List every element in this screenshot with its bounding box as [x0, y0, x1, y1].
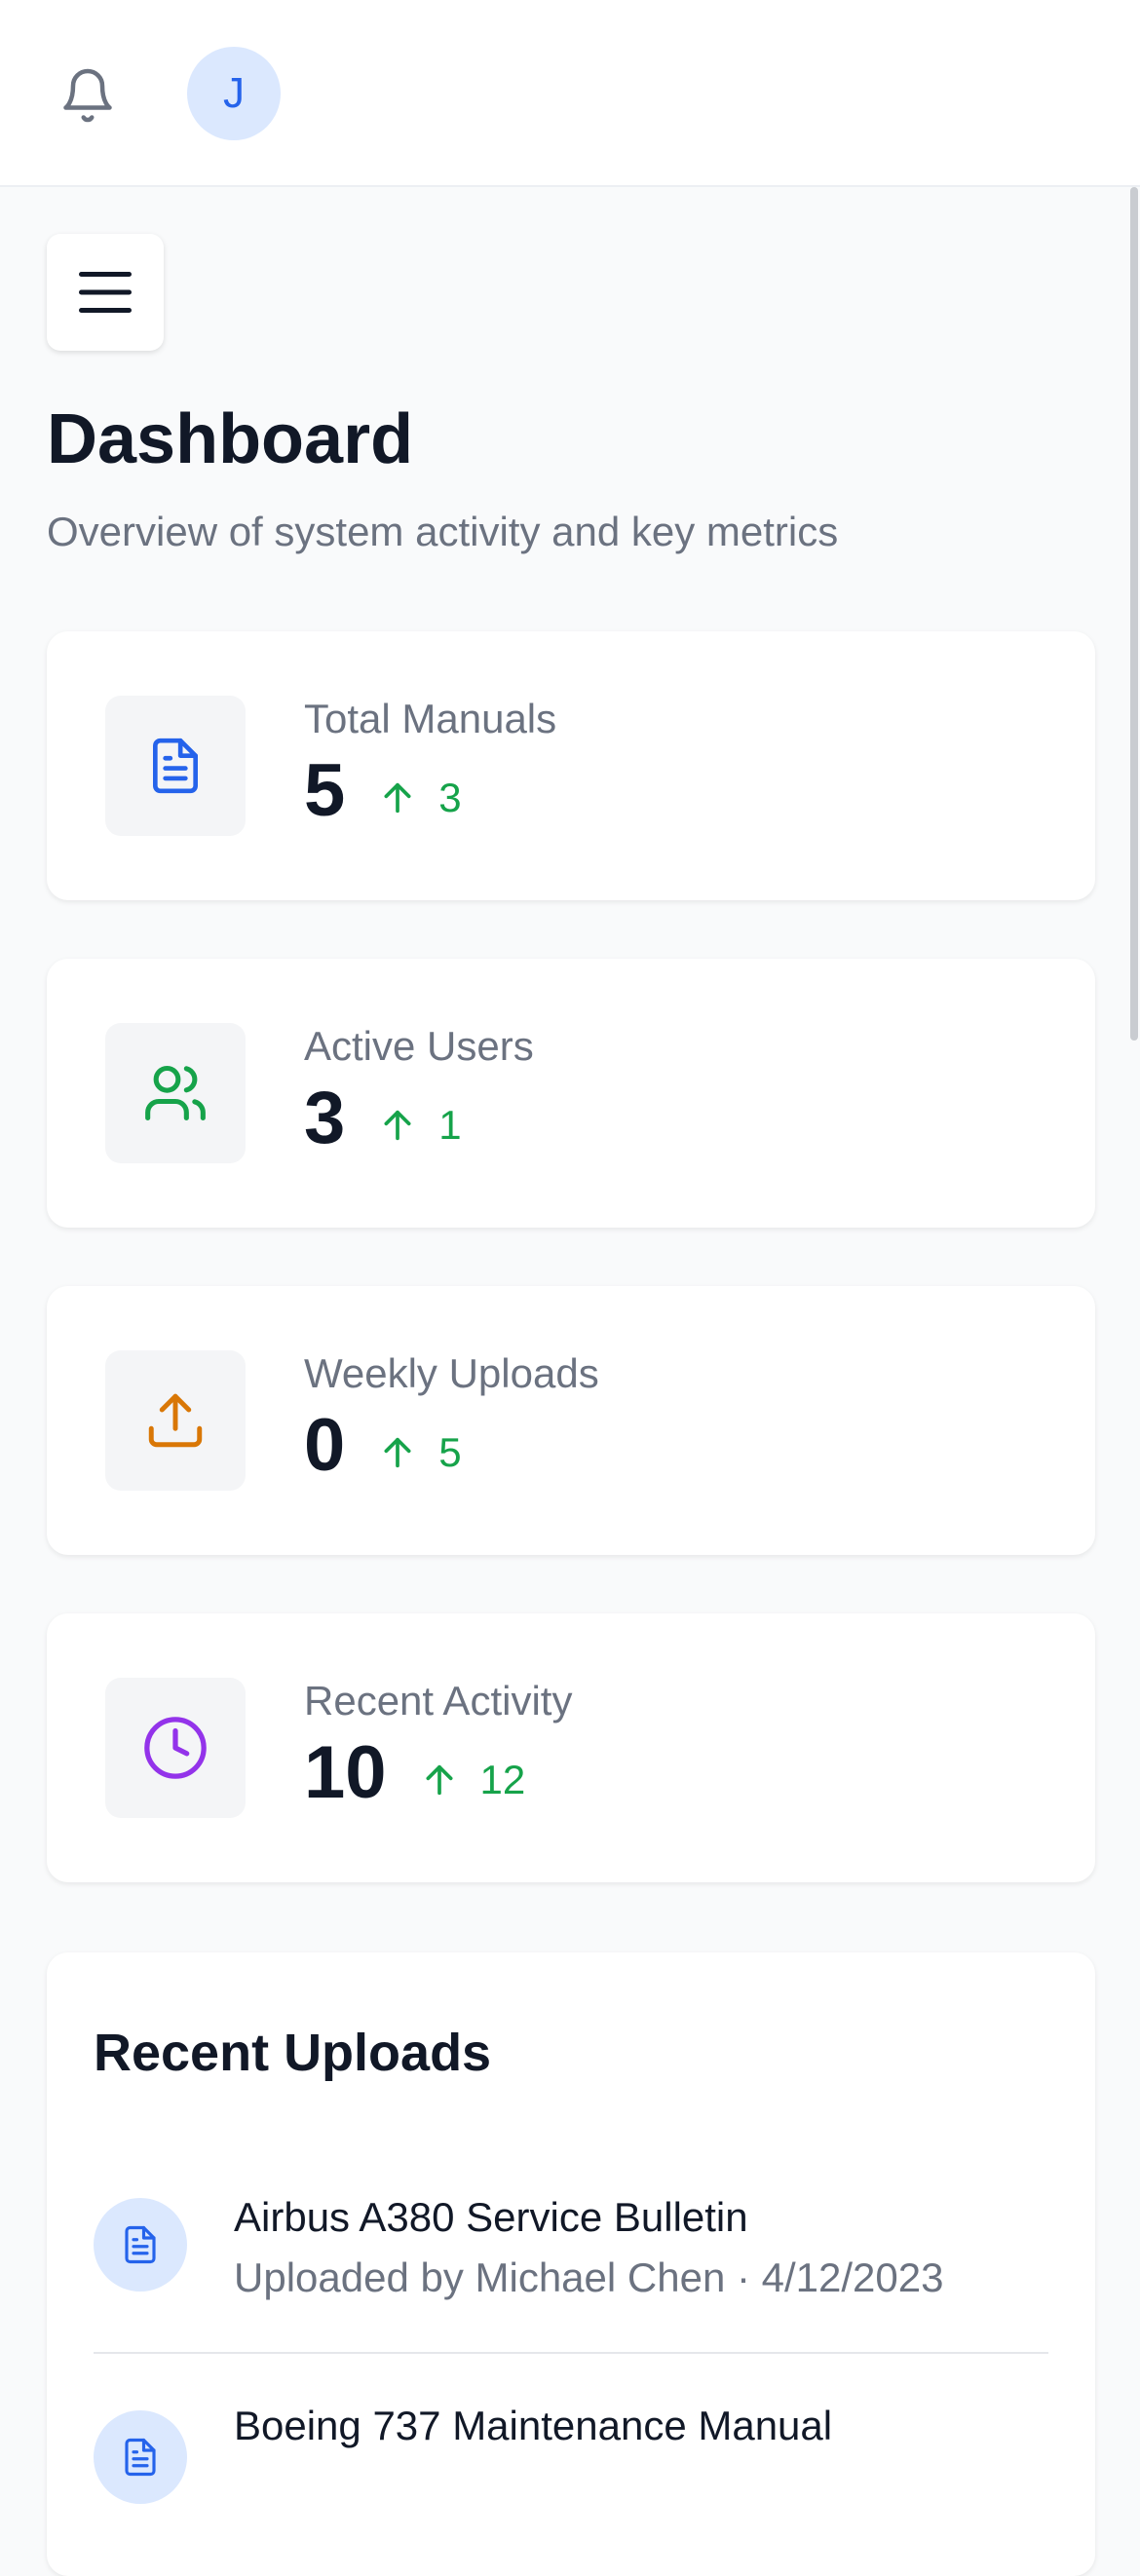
document-icon	[125, 2438, 156, 2477]
stat-value-row: 5 3	[304, 754, 462, 828]
stat-card-active-users: Active Users 3 1	[47, 959, 1095, 1228]
notifications-bell-icon[interactable]	[57, 64, 119, 127]
upload-list-item[interactable]: Airbus A380 Service Bulletin Uploaded by…	[94, 2159, 1048, 2354]
stat-value-row: 10 12	[304, 1736, 525, 1810]
page-title: Dashboard	[47, 400, 414, 478]
document-icon	[125, 2225, 156, 2264]
arrow-up-icon	[384, 1110, 411, 1141]
upload-meta: Uploaded by Michael Chen · 4/12/2023	[234, 2254, 944, 2300]
upload-icon	[148, 1393, 203, 1448]
stat-value: 3	[304, 1077, 346, 1159]
stat-trend: 5	[378, 1429, 462, 1476]
clock-icon	[144, 1717, 207, 1779]
menu-button[interactable]	[47, 234, 164, 351]
stat-trend-value: 5	[438, 1429, 462, 1475]
stat-trend-value: 12	[479, 1757, 526, 1802]
avatar-initial: J	[223, 69, 245, 117]
upload-item-icon	[94, 2410, 187, 2504]
stat-trend-value: 3	[438, 775, 462, 820]
upload-name: Boeing 737 Maintenance Manual	[234, 2403, 833, 2448]
user-avatar[interactable]: J	[187, 47, 281, 140]
hamburger-menu-icon	[79, 272, 132, 313]
stat-value-row: 3 1	[304, 1081, 462, 1155]
stat-value: 5	[304, 749, 346, 832]
scrollbar[interactable]	[1130, 187, 1138, 1041]
stat-value-row: 0 5	[304, 1409, 462, 1483]
stat-label: Recent Activity	[304, 1678, 573, 1724]
users-icon	[145, 1065, 206, 1121]
stat-card-total-manuals: Total Manuals 5 3	[47, 631, 1095, 900]
stat-icon-box	[105, 1678, 246, 1818]
stat-trend: 1	[378, 1102, 462, 1149]
stat-label: Active Users	[304, 1023, 534, 1069]
stat-icon-box	[105, 1350, 246, 1491]
stat-card-weekly-uploads: Weekly Uploads 0 5	[47, 1286, 1095, 1555]
arrow-up-icon	[426, 1764, 453, 1796]
upload-item-icon	[94, 2198, 187, 2292]
document-icon	[153, 738, 198, 794]
stat-icon-box	[105, 696, 246, 836]
stat-icon-box	[105, 1023, 246, 1163]
upload-name: Airbus A380 Service Bulletin	[234, 2194, 748, 2240]
stat-card-recent-activity: Recent Activity 10 12	[47, 1613, 1095, 1882]
stat-trend: 12	[420, 1757, 526, 1803]
top-bar: J	[0, 0, 1140, 187]
arrow-up-icon	[384, 782, 411, 814]
stat-label: Weekly Uploads	[304, 1350, 599, 1396]
stat-value: 0	[304, 1404, 346, 1487]
page-subtitle: Overview of system activity and key metr…	[47, 509, 839, 554]
stat-label: Total Manuals	[304, 696, 557, 741]
stat-trend: 3	[378, 775, 462, 821]
stat-trend-value: 1	[438, 1102, 462, 1148]
recent-uploads-title: Recent Uploads	[94, 2024, 492, 2082]
upload-list-item[interactable]: Boeing 737 Maintenance Manual	[94, 2362, 1048, 2557]
arrow-up-icon	[384, 1437, 411, 1468]
stat-value: 10	[304, 1731, 387, 1814]
recent-uploads-panel: Recent Uploads Airbus A380 Service Bulle…	[47, 1952, 1095, 2576]
